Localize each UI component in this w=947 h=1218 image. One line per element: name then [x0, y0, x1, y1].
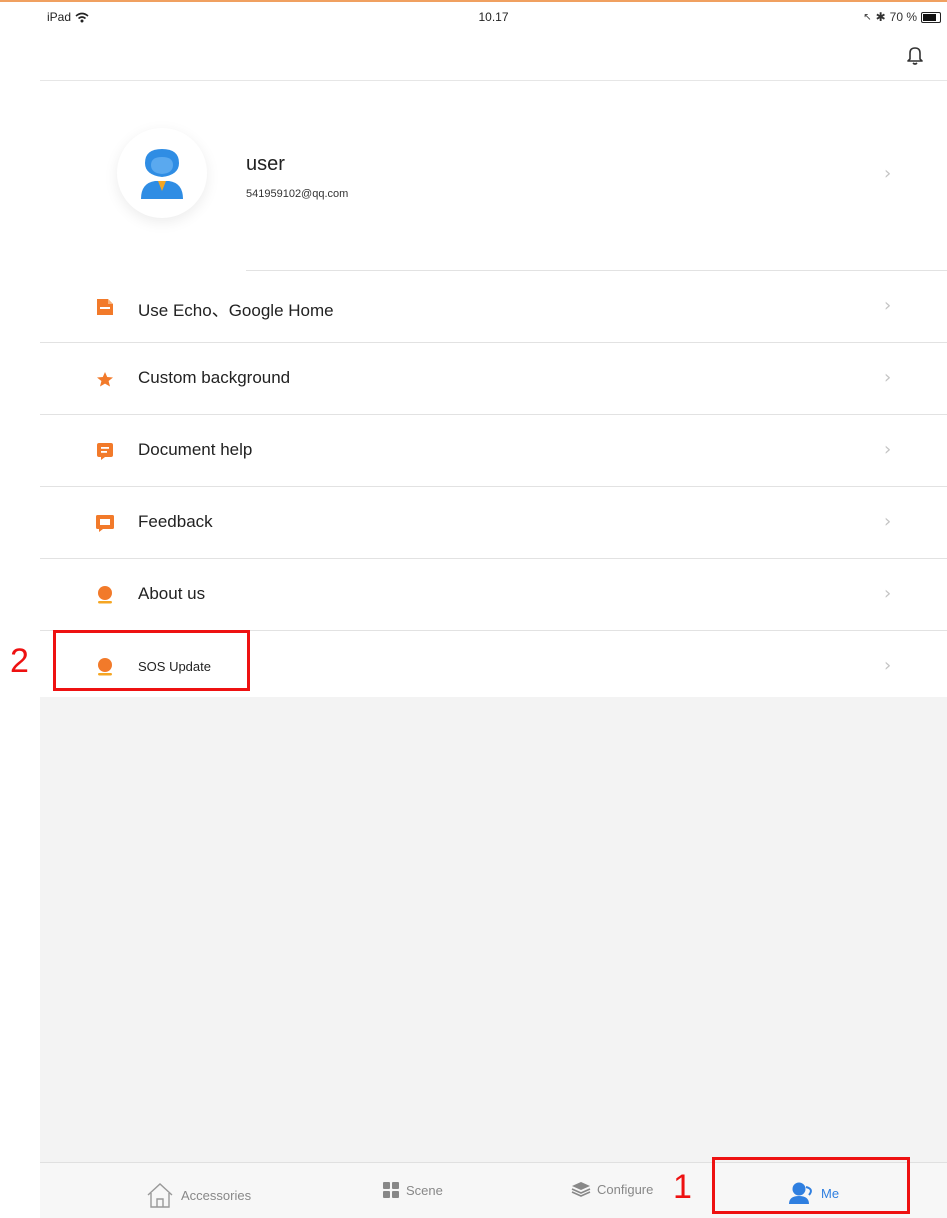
profile-row[interactable]: user 541959102@qq.com › — [40, 81, 947, 271]
grid-icon — [383, 1182, 399, 1198]
menu-item-use-echo-google-home[interactable]: Use Echo、Google Home › — [97, 270, 947, 342]
bluetooth-icon: ✱ — [875, 10, 886, 24]
feedback-icon — [96, 515, 114, 532]
bell-icon[interactable] — [905, 44, 925, 66]
tab-label: Accessories — [181, 1187, 252, 1203]
menu-item-about-us[interactable]: About us › — [40, 558, 947, 630]
menu-item-label: Custom background — [138, 368, 291, 387]
battery-percent: 70 % — [889, 10, 917, 24]
chevron-right-icon: › — [884, 163, 892, 184]
tab-label: Configure — [597, 1181, 654, 1197]
avatar — [117, 128, 207, 218]
document-icon — [97, 299, 113, 315]
status-right: ↖ ✱ 70 % — [863, 10, 941, 24]
menu-item-label: Feedback — [138, 512, 213, 531]
annotation-number-1: 1 — [673, 1168, 692, 1206]
profile-username: user — [246, 153, 285, 175]
menu-item-label: About us — [138, 584, 206, 603]
chevron-right-icon: › — [884, 511, 892, 532]
home-icon — [147, 1183, 173, 1208]
layers-icon — [571, 1182, 591, 1197]
person-icon — [98, 586, 112, 604]
annotation-number-2: 2 — [10, 642, 29, 680]
battery-icon — [921, 11, 941, 23]
chevron-right-icon: › — [884, 295, 892, 316]
navigation-bar — [40, 30, 947, 81]
star-icon — [97, 372, 113, 387]
menu-item-label: Use Echo、Google Home — [138, 301, 334, 320]
menu-item-document-help[interactable]: Document help › — [40, 414, 947, 486]
empty-content-area — [40, 697, 947, 1162]
chevron-right-icon: › — [884, 439, 892, 460]
status-bar: iPad 10.17 ↖ ✱ 70 % — [40, 6, 947, 30]
tab-accessories[interactable]: Accessories — [145, 1181, 251, 1209]
chevron-right-icon: › — [884, 583, 892, 604]
annotation-box-1 — [712, 1157, 910, 1214]
tab-configure[interactable]: Configure — [571, 1181, 653, 1197]
chevron-right-icon: › — [884, 655, 892, 676]
status-time: 10.17 — [478, 10, 509, 24]
menu-item-label: Document help — [138, 440, 253, 459]
avatar-person-icon — [141, 149, 183, 199]
help-document-icon — [97, 443, 113, 460]
chevron-right-icon: › — [884, 367, 892, 388]
menu-item-custom-background[interactable]: Custom background › — [40, 342, 947, 414]
menu-item-feedback[interactable]: Feedback › — [40, 486, 947, 558]
tab-scene[interactable]: Scene — [382, 1181, 443, 1199]
tab-label: Scene — [406, 1182, 443, 1198]
top-accent-line — [0, 0, 947, 2]
annotation-box-2 — [53, 630, 250, 691]
profile-email: 541959102@qq.com — [246, 188, 349, 200]
location-icon: ↖ — [863, 11, 872, 23]
